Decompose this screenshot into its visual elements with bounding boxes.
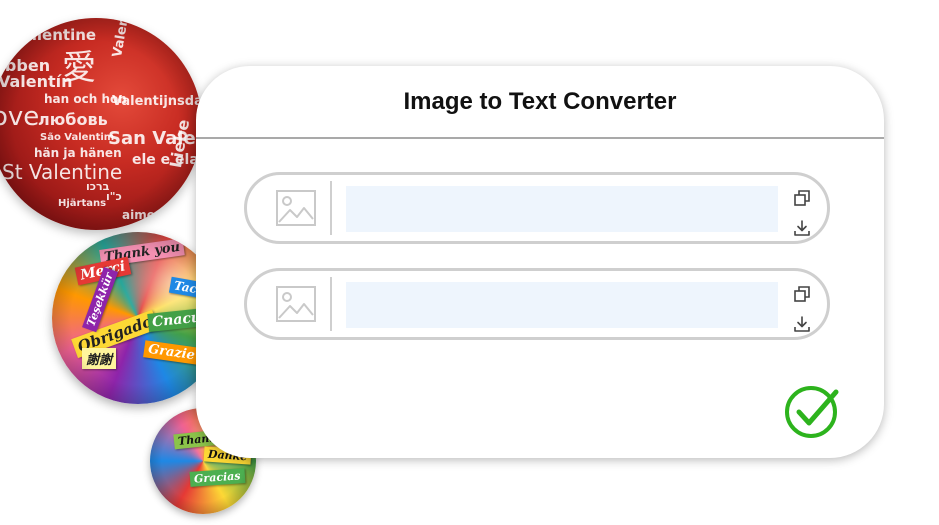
extracted-text-output[interactable] (346, 282, 778, 328)
image-placeholder-icon[interactable] (275, 285, 317, 323)
conversion-row (244, 172, 830, 244)
image-placeholder-icon[interactable] (275, 189, 317, 227)
sphere-word: São Valentim (40, 132, 115, 143)
page: Valentine 愛 Valentine Valentín Ebben han… (0, 0, 939, 525)
download-icon[interactable] (793, 315, 811, 333)
sphere-word: hän ja hänen (34, 146, 122, 160)
sphere-word: Valentijnsdag (112, 94, 202, 109)
sphere-tag: Grazie (143, 340, 200, 365)
copy-icon[interactable] (793, 285, 811, 303)
sphere-word: aimer (122, 208, 161, 222)
conversion-row (244, 268, 830, 340)
sphere-word: ברכו (86, 180, 110, 193)
sphere-word: ove (0, 102, 40, 132)
sphere-word: Ebben (0, 56, 51, 75)
sphere-tag: 謝謝 (82, 348, 117, 369)
copy-icon[interactable] (793, 189, 811, 207)
sphere-word: Hjärtans (58, 198, 107, 209)
sphere-word: любовь (38, 110, 108, 129)
row-divider (330, 181, 332, 235)
title-divider (196, 137, 884, 139)
download-icon[interactable] (793, 219, 811, 237)
extracted-text-output[interactable] (346, 186, 778, 232)
check-circle-icon[interactable] (784, 382, 842, 440)
valentine-word-sphere-image: Valentine 愛 Valentine Valentín Ebben han… (0, 18, 202, 230)
converter-card: Image to Text Converter (196, 66, 884, 458)
sphere-word: Valentine (110, 18, 137, 59)
page-title: Image to Text Converter (403, 88, 677, 115)
row-divider (330, 277, 332, 331)
sphere-tag: Gracias (189, 468, 245, 487)
